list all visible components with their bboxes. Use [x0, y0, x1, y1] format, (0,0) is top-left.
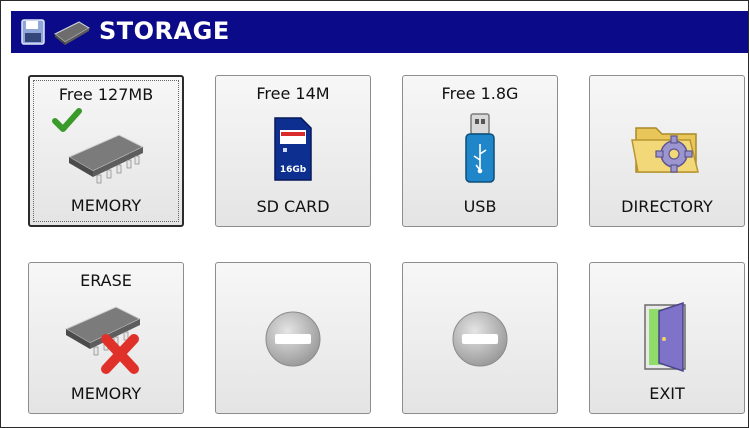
empty-slot-button-2[interactable] [402, 262, 558, 414]
title-bar: STORAGE [11, 11, 748, 53]
erase-label: ERASE [80, 271, 132, 290]
memory-button[interactable]: Free 127MB MEMORY [28, 75, 184, 227]
memory-chip-icon [54, 21, 90, 45]
exit-door-icon [644, 301, 686, 373]
erase-memory-icon [64, 306, 142, 374]
page-title: STORAGE [99, 17, 230, 45]
usb-drive-icon [465, 113, 495, 183]
sd-card-capacity-label: 16Gb [280, 165, 307, 175]
folder-gear-icon [631, 127, 699, 173]
floppy-disk-icon [21, 19, 45, 45]
memory-label: MEMORY [70, 196, 142, 215]
sd-card-free-label: Free 14M [256, 84, 330, 103]
sd-card-icon: 16Gb [274, 117, 312, 181]
exit-label: EXIT [649, 384, 685, 403]
empty-slot-button-1[interactable] [215, 262, 371, 414]
erase-memory-button[interactable]: ERASE MEMORY [28, 262, 184, 414]
sd-card-label: SD CARD [256, 197, 330, 216]
usb-button[interactable]: Free 1.8G USB [402, 75, 558, 227]
usb-free-label: Free 1.8G [441, 84, 519, 103]
erase-memory-label: MEMORY [70, 384, 142, 403]
exit-button[interactable]: EXIT [589, 262, 745, 414]
usb-label: USB [463, 197, 497, 216]
disabled-icon [265, 311, 321, 367]
storage-window: STORAGE Free 127MB MEMORY Free 14M 16Gb [0, 0, 749, 428]
memory-free-label: Free 127MB [58, 85, 154, 104]
directory-label: DIRECTORY [621, 197, 713, 216]
directory-button[interactable]: DIRECTORY [589, 75, 745, 227]
memory-chip-icon [67, 134, 145, 184]
disabled-icon [452, 311, 508, 367]
sd-card-button[interactable]: Free 14M 16Gb SD CARD [215, 75, 371, 227]
